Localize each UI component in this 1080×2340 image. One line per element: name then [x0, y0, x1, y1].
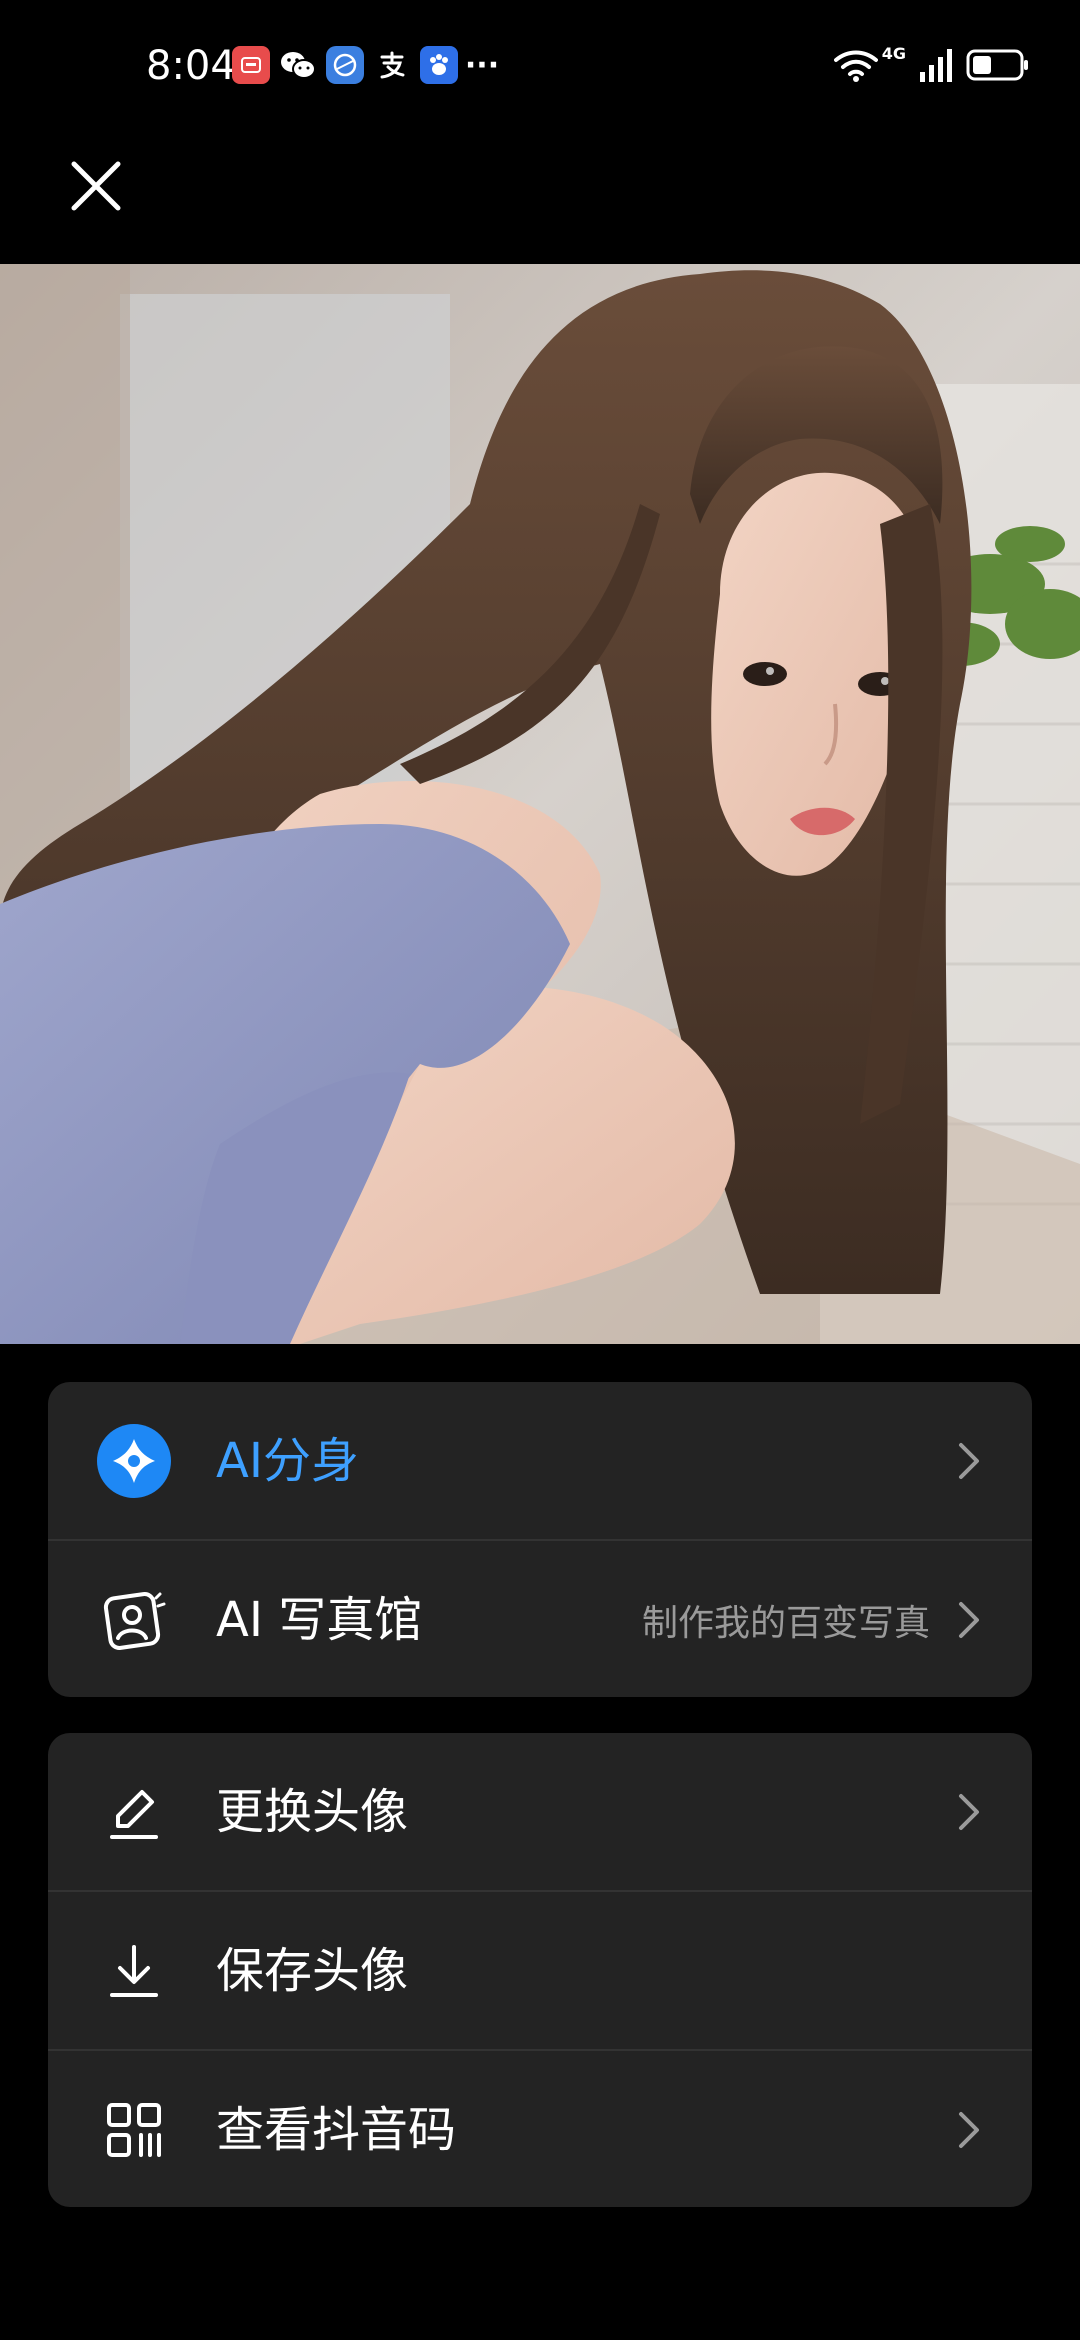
save-avatar-label: 保存头像 — [216, 1942, 409, 1999]
qr-code-icon — [96, 2092, 172, 2168]
download-icon — [96, 1933, 172, 2009]
view-douyin-code-row[interactable]: 查看抖音码 — [48, 2049, 1032, 2207]
ai-studio-subtitle: 制作我的百变写真 — [641, 1602, 930, 1644]
edit-pen-icon — [96, 1774, 172, 1850]
ai-features-card: AI分身 AI 写真馆 制作我的百变写真 — [48, 1382, 1032, 1697]
save-avatar-row[interactable]: 保存头像 — [48, 1890, 1032, 2049]
ai-studio-row[interactable]: AI 写真馆 制作我的百变写真 — [48, 1539, 1032, 1697]
chevron-right-icon — [954, 1441, 984, 1481]
huawei-app-icon — [232, 46, 270, 84]
portrait-frame-icon — [96, 1582, 172, 1658]
browser-icon — [326, 46, 364, 84]
ai-clone-label: AI分身 — [216, 1432, 359, 1489]
ai-spark-icon — [96, 1423, 172, 1499]
signal-icon — [920, 49, 952, 82]
battery-icon — [966, 49, 1028, 81]
view-douyin-code-label: 查看抖音码 — [216, 2101, 457, 2158]
chevron-right-icon — [954, 1600, 984, 1640]
avatar-photo-image — [0, 264, 1080, 1344]
status-bar: 8:04 ··· 4G — [0, 0, 1080, 132]
notification-icons: ··· — [232, 45, 506, 85]
chevron-right-icon — [954, 2110, 984, 2150]
baidu-icon — [420, 46, 458, 84]
avatar-actions-card: 更换头像 保存头像 查看抖音码 — [48, 1733, 1032, 2207]
change-avatar-row[interactable]: 更换头像 — [48, 1733, 1032, 1890]
close-icon — [71, 161, 121, 211]
change-avatar-label: 更换头像 — [216, 1783, 409, 1840]
system-icons: 4G — [822, 40, 1030, 90]
alipay-icon — [373, 46, 411, 84]
ai-clone-row[interactable]: AI分身 — [48, 1382, 1032, 1539]
wifi-icon — [833, 50, 878, 82]
avatar-photo[interactable] — [0, 264, 1080, 1344]
ai-studio-label: AI 写真馆 — [216, 1591, 423, 1648]
status-time: 8:04 — [146, 43, 236, 89]
chevron-right-icon — [954, 1792, 984, 1832]
more-notifications-icon: ··· — [464, 47, 500, 83]
network-type-label: 4G — [881, 44, 906, 63]
close-button[interactable] — [60, 150, 132, 222]
wechat-icon — [279, 46, 317, 84]
